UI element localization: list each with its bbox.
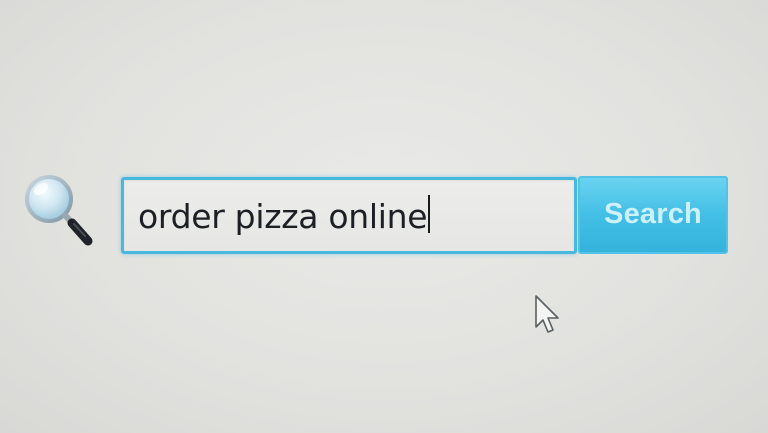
search-button-label: Search: [604, 197, 702, 230]
magnifier-icon: [22, 172, 96, 250]
search-input-text: order pizza online: [138, 197, 428, 236]
search-input[interactable]: order pizza online: [121, 177, 577, 254]
mouse-pointer-icon: [533, 294, 567, 336]
search-button[interactable]: Search: [578, 176, 728, 254]
text-caret: [428, 194, 431, 233]
